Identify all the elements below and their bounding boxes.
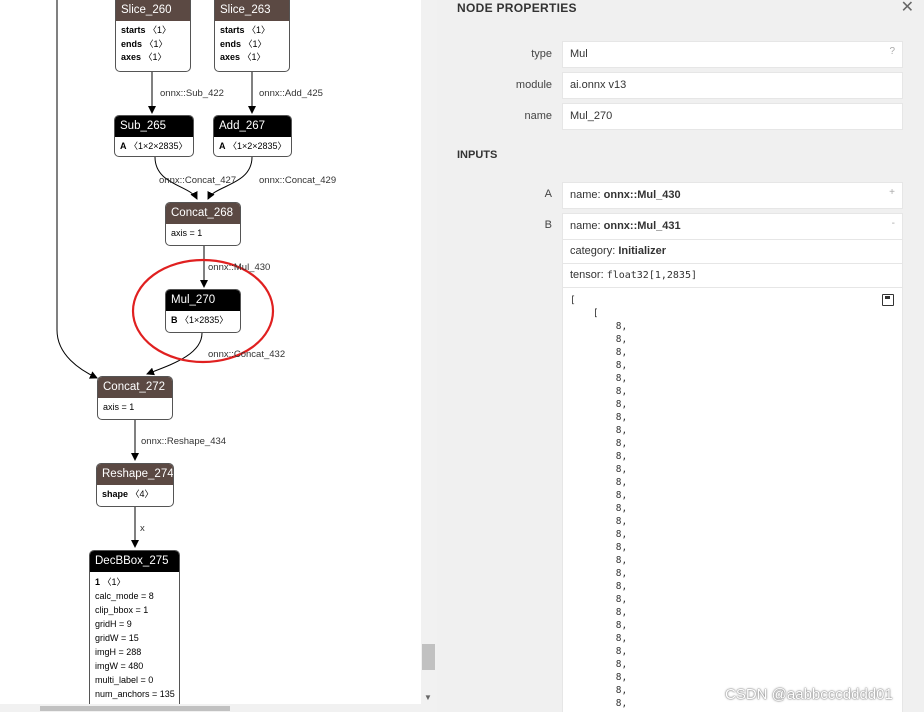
- node-slice-260[interactable]: Slice_260 starts 〈1〉 ends 〈1〉 axes 〈1〉: [115, 0, 191, 72]
- input-label-b: B: [544, 219, 552, 231]
- node-decbbox-275[interactable]: DecBBox_275 1 〈1〉 calc_mode = 8 clip_bbo…: [89, 550, 180, 712]
- input-b-field[interactable]: name: onnx::Mul_431 - category: Initiali…: [562, 213, 903, 712]
- scrollbar-thumb[interactable]: [422, 644, 435, 670]
- category-line: category: Initializer: [570, 245, 666, 257]
- scroll-down-arrow-icon[interactable]: ▼: [424, 693, 432, 702]
- tensor-data: [ [ 8, 8, 8, 8, 8, 8, 8, 8, 8, 8, 8, 8, …: [563, 288, 902, 712]
- input-a-field[interactable]: name: onnx::Mul_430 +: [562, 182, 903, 209]
- prop-label-name: name: [524, 110, 552, 122]
- node-add-267[interactable]: Add_267 A 〈1×2×2835〉: [213, 115, 292, 157]
- node-title: Concat_268: [166, 203, 240, 224]
- node-title: Sub_265: [115, 116, 193, 137]
- prop-module-field[interactable]: ai.onnx v13: [562, 72, 903, 99]
- input-label-a: A: [544, 188, 552, 200]
- prop-type-field[interactable]: Mul ?: [562, 41, 903, 68]
- node-reshape-274[interactable]: Reshape_274 shape 〈4〉: [96, 463, 174, 507]
- edge-label: onnx::Add_425: [259, 88, 323, 99]
- node-properties-panel: NODE PROPERTIES ✕ type Mul ? module ai.o…: [437, 0, 924, 712]
- node-title: Mul_270: [166, 290, 240, 311]
- edge-label: onnx::Sub_422: [160, 88, 224, 99]
- expand-icon[interactable]: +: [889, 187, 895, 198]
- collapse-icon[interactable]: -: [892, 218, 895, 229]
- watermark: CSDN @aabbcccdddd01: [725, 686, 893, 703]
- edge-label: onnx::Mul_430: [208, 262, 271, 273]
- node-title: Concat_272: [98, 377, 172, 398]
- horizontal-scrollbar[interactable]: [0, 704, 437, 712]
- edge-label: x: [140, 523, 145, 534]
- node-title: Reshape_274: [97, 464, 173, 485]
- prop-label-module: module: [515, 79, 552, 91]
- prop-label-type: type: [531, 48, 552, 60]
- prop-name-field[interactable]: Mul_270: [562, 103, 903, 130]
- help-icon[interactable]: ?: [889, 46, 895, 57]
- edge-label: onnx::Concat_432: [208, 349, 286, 360]
- node-concat-272[interactable]: Concat_272 axis = 1: [97, 376, 173, 420]
- node-mul-270[interactable]: Mul_270 B 〈1×2835〉: [165, 289, 241, 333]
- edge-label: onnx::Concat_427: [159, 175, 237, 186]
- scrollbar-thumb[interactable]: [40, 706, 230, 711]
- edge-label: onnx::Concat_429: [259, 175, 337, 186]
- node-title: Slice_260: [116, 0, 190, 21]
- node-sub-265[interactable]: Sub_265 A 〈1×2×2835〉: [114, 115, 194, 157]
- close-icon[interactable]: ✕: [901, 0, 914, 17]
- node-title: Add_267: [214, 116, 291, 137]
- vertical-scrollbar[interactable]: ▼: [421, 0, 437, 704]
- save-icon[interactable]: [882, 294, 894, 306]
- node-slice-263[interactable]: Slice_263 starts 〈1〉 ends 〈1〉 axes 〈1〉: [214, 0, 290, 72]
- inputs-heading: INPUTS: [457, 149, 498, 161]
- panel-title: NODE PROPERTIES: [457, 1, 577, 15]
- edge-label: onnx::Reshape_434: [141, 436, 227, 447]
- node-concat-268[interactable]: Concat_268 axis = 1: [165, 202, 241, 246]
- graph-view[interactable]: onnx::Sub_422 onnx::Add_425 onnx::Concat…: [0, 0, 437, 712]
- tensor-line: tensor: float32[1,2835]: [570, 269, 697, 281]
- node-title: DecBBox_275: [90, 551, 179, 572]
- node-title: Slice_263: [215, 0, 289, 21]
